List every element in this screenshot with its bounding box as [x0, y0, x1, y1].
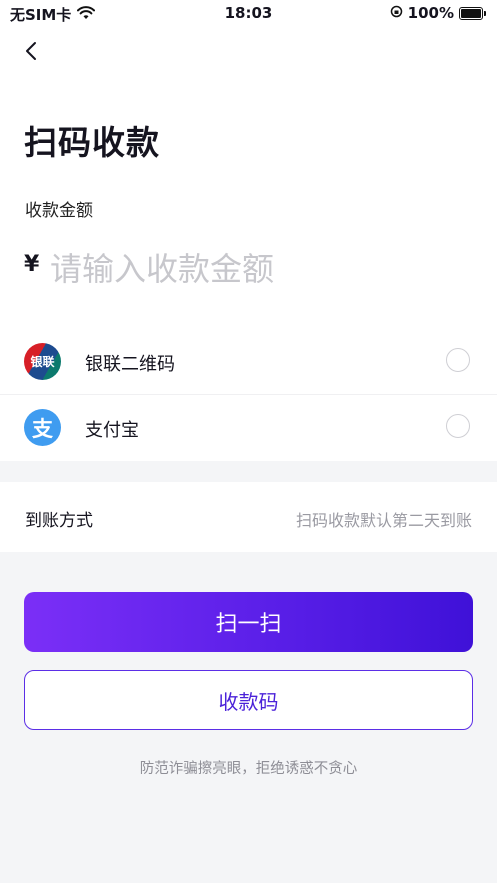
alipay-icon-text: 支 [32, 416, 53, 441]
currency-symbol: ¥ [24, 252, 40, 277]
settlement-row: 到账方式 扫码收款默认第二天到账 [0, 482, 497, 552]
unionpay-icon-text: 银联 [30, 355, 55, 369]
battery-percent: 100% [407, 4, 454, 22]
status-bar: 无SIM卡 18:03 100% [0, 0, 497, 26]
settlement-value: 扫码收款默认第二天到账 [295, 511, 472, 530]
page-title: 扫码收款 [24, 123, 160, 162]
payment-option-label: 银联二维码 [85, 354, 175, 375]
payment-option-label: 支付宝 [85, 420, 139, 441]
alipay-icon: 支 [24, 409, 61, 446]
status-right: 100% [390, 4, 486, 22]
payment-option-alipay[interactable]: 支 支付宝 [0, 394, 497, 460]
payment-form: 扫码收款 收款金额 ¥ 银联 银联二维码 支 支付宝 [0, 26, 497, 461]
unionpay-radio[interactable] [446, 348, 470, 372]
amount-input[interactable] [50, 244, 450, 294]
chevron-left-icon [26, 42, 36, 60]
alipay-radio[interactable] [446, 414, 470, 438]
settlement-label: 到账方式 [25, 511, 93, 531]
back-button[interactable] [20, 36, 46, 66]
amount-label: 收款金额 [25, 201, 93, 221]
anti-fraud-note: 防范诈骗擦亮眼，拒绝诱惑不贪心 [139, 761, 358, 777]
battery-icon [459, 6, 486, 20]
scan-button[interactable]: 扫一扫 [24, 592, 473, 652]
qr-code-button[interactable]: 收款码 [24, 670, 473, 730]
unionpay-icon: 银联 [24, 343, 61, 380]
orientation-lock-icon [390, 4, 403, 22]
payment-option-unionpay[interactable]: 银联 银联二维码 [0, 328, 497, 395]
